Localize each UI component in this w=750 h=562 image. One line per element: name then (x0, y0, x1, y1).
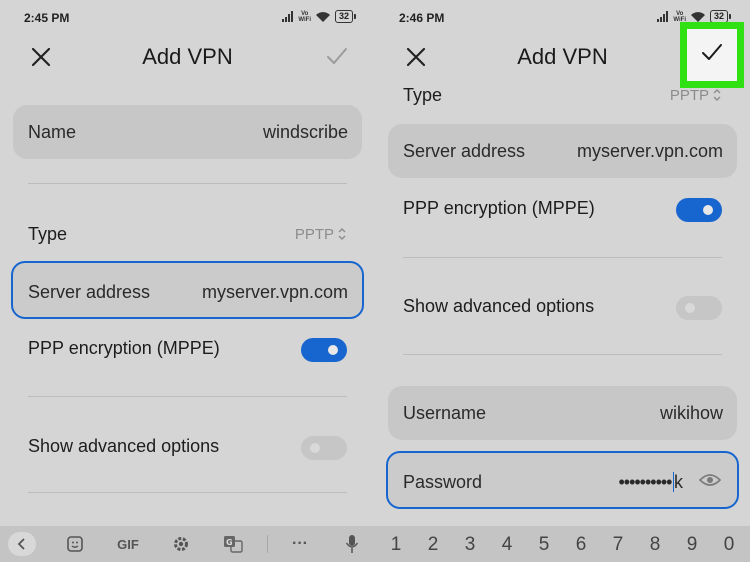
ppp-encryption-toggle[interactable] (301, 338, 347, 362)
svg-text:G: G (226, 538, 233, 547)
key-6[interactable]: 6 (571, 534, 591, 556)
key-3[interactable]: 3 (460, 534, 480, 556)
more-button[interactable]: ··· (288, 532, 312, 556)
password-field[interactable]: Password •••••••••• k (386, 451, 739, 509)
signal-icon (282, 11, 294, 22)
updown-icon (337, 227, 347, 241)
advanced-options-label: Show advanced options (28, 436, 220, 456)
username-label: Username (403, 403, 487, 423)
password-label: Password (403, 472, 483, 492)
key-9[interactable]: 9 (682, 534, 702, 556)
advanced-options-row: Show advanced options (403, 286, 722, 326)
status-icons: Vo WiFi 32 (282, 10, 357, 23)
key-0[interactable]: 0 (719, 534, 739, 556)
server-address-field[interactable]: Server address myserver.vpn.com (11, 261, 364, 319)
status-time: 2:46 PM (399, 11, 445, 25)
check-icon (698, 39, 726, 72)
divider (267, 535, 268, 553)
server-address-label: Server address (28, 282, 151, 302)
server-address-value: myserver.vpn.com (201, 282, 348, 302)
top-bar: Add VPN (0, 36, 375, 80)
advanced-options-toggle[interactable] (676, 296, 722, 320)
number-row: 1 2 3 4 5 6 7 8 9 0 (375, 526, 750, 562)
gif-button[interactable]: GIF (114, 532, 142, 556)
ppp-encryption-row: PPP encryption (MPPE) (403, 188, 722, 228)
eye-icon[interactable] (698, 473, 722, 487)
ppp-encryption-toggle[interactable] (676, 198, 722, 222)
check-icon[interactable] (323, 43, 351, 71)
vowifi-icon: Vo WiFi (673, 10, 686, 23)
ppp-encryption-row: PPP encryption (MPPE) (28, 328, 347, 368)
name-value: windscribe (262, 122, 348, 142)
divider (28, 183, 347, 184)
username-field[interactable]: Username wikihow (388, 386, 737, 440)
right-screen: 2:46 PM Vo WiFi 32 Type PPTP Add VPN Ser… (375, 0, 750, 526)
status-bar: 2:45 PM Vo WiFi 32 (0, 0, 375, 34)
left-screen: 2:45 PM Vo WiFi 32 Add VPN Name windscrib… (0, 0, 375, 526)
microphone-icon[interactable] (342, 532, 362, 556)
keyboard-toolbar: GIF G ··· 1 2 3 4 5 6 7 8 9 0 (0, 526, 750, 562)
server-address-field[interactable]: Server address myserver.vpn.com (388, 124, 737, 178)
vowifi-icon: Vo WiFi (298, 10, 311, 23)
type-row[interactable]: Type PPTP (403, 75, 722, 115)
key-1[interactable]: 1 (386, 534, 406, 556)
translate-icon[interactable]: G (222, 532, 244, 556)
signal-icon (657, 11, 669, 22)
name-label: Name (28, 122, 77, 142)
key-5[interactable]: 5 (534, 534, 554, 556)
type-value: PPTP (670, 87, 722, 104)
server-address-label: Server address (403, 141, 526, 161)
page-title: Add VPN (142, 44, 233, 69)
key-8[interactable]: 8 (645, 534, 665, 556)
type-label: Type (28, 224, 68, 244)
type-value: PPTP (295, 226, 347, 243)
ppp-encryption-label: PPP encryption (MPPE) (28, 338, 220, 358)
wifi-icon (690, 11, 706, 23)
key-2[interactable]: 2 (423, 534, 443, 556)
divider (28, 492, 347, 493)
key-4[interactable]: 4 (497, 534, 517, 556)
password-value: •••••••••• k (618, 472, 683, 492)
type-row[interactable]: Type PPTP (28, 214, 347, 254)
advanced-options-toggle[interactable] (301, 436, 347, 460)
save-button[interactable] (687, 29, 737, 81)
settings-gear-icon[interactable] (170, 532, 192, 556)
status-time: 2:45 PM (24, 11, 70, 25)
type-label: Type (403, 85, 443, 105)
sticker-icon[interactable] (64, 532, 86, 556)
advanced-options-row: Show advanced options (28, 426, 347, 466)
name-field[interactable]: Name windscribe (13, 105, 362, 159)
keyboard-suggestion-strip: GIF G ··· (0, 526, 375, 562)
save-button-highlight (680, 22, 744, 88)
divider (403, 354, 722, 355)
advanced-options-label: Show advanced options (403, 296, 595, 316)
keyboard-back-button[interactable] (8, 532, 36, 556)
ppp-encryption-label: PPP encryption (MPPE) (403, 198, 595, 218)
key-7[interactable]: 7 (608, 534, 628, 556)
wifi-icon (315, 11, 331, 23)
battery-icon: 32 (334, 10, 357, 23)
server-address-value: myserver.vpn.com (576, 141, 723, 161)
username-value: wikihow (659, 403, 723, 423)
divider (28, 396, 347, 397)
updown-icon (712, 88, 722, 102)
divider (403, 257, 722, 258)
